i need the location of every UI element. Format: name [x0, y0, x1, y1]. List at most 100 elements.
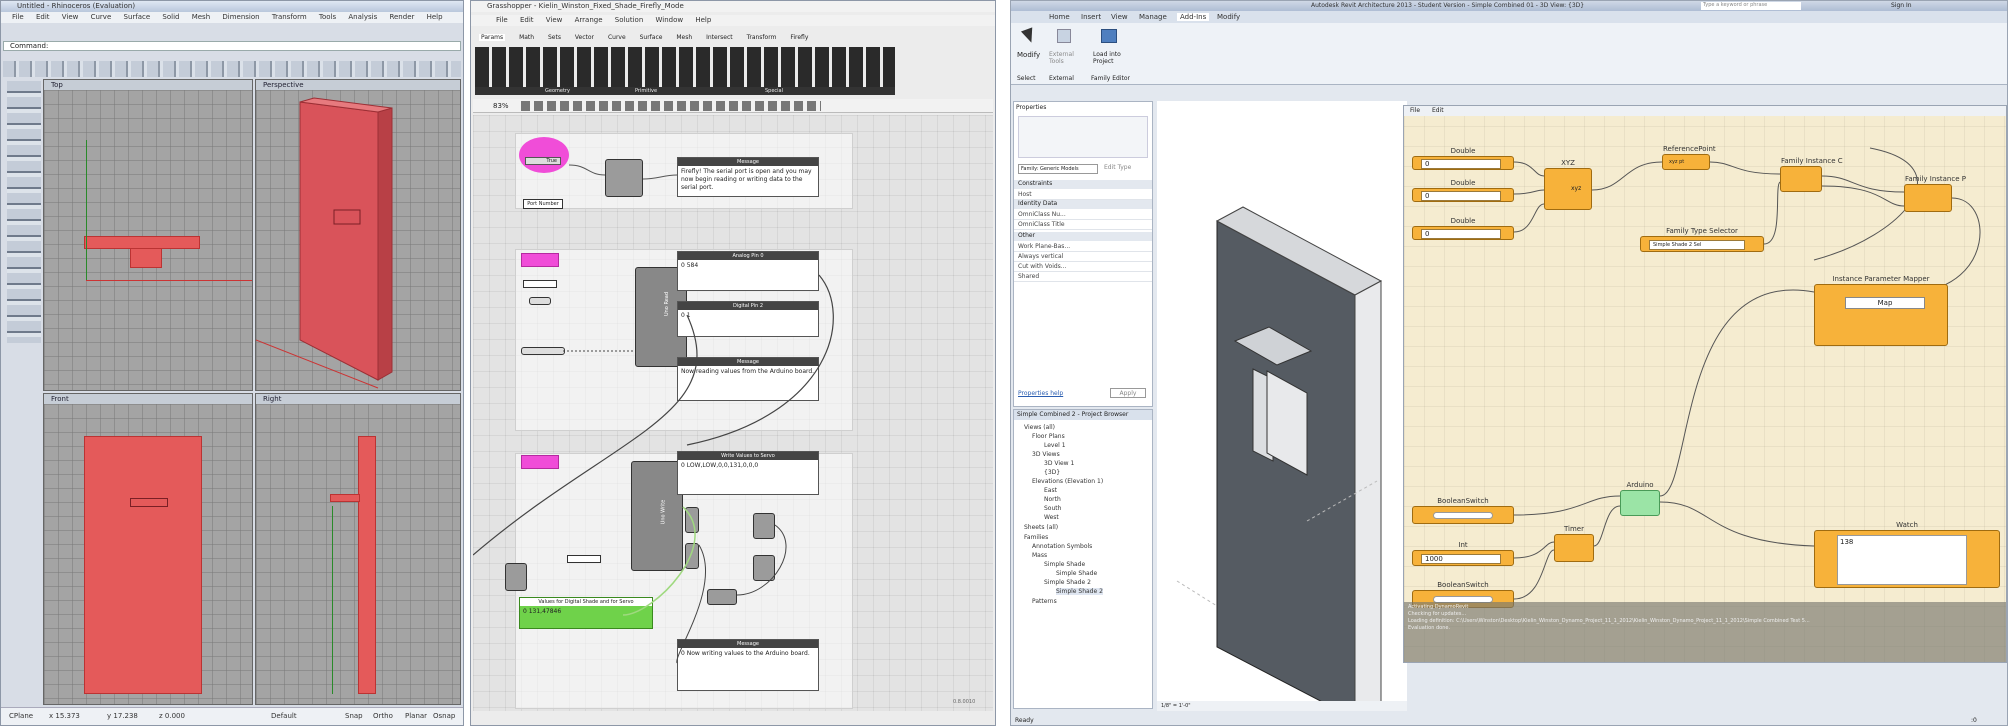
menu-help[interactable]: Help: [427, 13, 443, 21]
int-value-input[interactable]: 1000: [1421, 554, 1501, 564]
menu-surface[interactable]: Surface: [124, 13, 151, 21]
browser-item[interactable]: Sheets (all): [1024, 524, 1058, 531]
prop-row-work-plane[interactable]: Work Plane-Bas...: [1014, 242, 1152, 252]
gh-tab-mesh[interactable]: Mesh: [676, 34, 692, 41]
revit-search[interactable]: Type a keyword or phrase: [1701, 2, 1801, 10]
gh-tab-sets[interactable]: Sets: [548, 34, 561, 41]
browser-item[interactable]: East: [1044, 487, 1057, 494]
menu-render[interactable]: Render: [389, 13, 414, 21]
browser-item[interactable]: Elevations (Elevation 1): [1032, 478, 1103, 485]
browser-item[interactable]: Simple Shade: [1044, 561, 1085, 568]
prop-row-shared[interactable]: Shared: [1014, 272, 1152, 282]
node-timer[interactable]: Timer: [1554, 525, 1594, 562]
gh-zoom[interactable]: 83%: [493, 102, 509, 110]
gh-tab-math[interactable]: Math: [519, 34, 534, 41]
revit-3d-view[interactable]: [1157, 101, 1407, 701]
viewport-right[interactable]: Right: [255, 393, 461, 705]
gh-menu-file[interactable]: File: [496, 16, 508, 24]
browser-item[interactable]: Simple Shade 2: [1044, 579, 1091, 586]
menu-mesh[interactable]: Mesh: [192, 13, 210, 21]
prop-row-always-vertical[interactable]: Always vertical: [1014, 252, 1152, 262]
menu-view[interactable]: View: [62, 13, 79, 21]
gh-tab-vector[interactable]: Vector: [575, 34, 594, 41]
map-button[interactable]: Map: [1845, 297, 1925, 309]
status-snap[interactable]: Snap: [345, 712, 363, 720]
gh-cat-primitive[interactable]: Primitive: [635, 87, 657, 95]
toggle-switch[interactable]: [1433, 512, 1493, 519]
view-scale[interactable]: 1/8" = 1'-0": [1161, 703, 1191, 709]
menu-edit[interactable]: Edit: [36, 13, 50, 21]
revit-tab-view[interactable]: View: [1111, 13, 1128, 21]
viewport-front[interactable]: Front: [43, 393, 253, 705]
load-project-icon[interactable]: [1101, 29, 1117, 43]
prop-section-identity[interactable]: Identity Data: [1014, 200, 1152, 209]
browser-item[interactable]: West: [1044, 514, 1059, 521]
node-int[interactable]: Int 1000: [1412, 541, 1514, 566]
dynamo-window[interactable]: File Edit Double 0 Double 0 Double 0 XYZ…: [1403, 105, 2007, 663]
status-osnap[interactable]: Osnap: [433, 712, 455, 720]
browser-item[interactable]: Simple Shade: [1056, 570, 1097, 577]
menu-dimension[interactable]: Dimension: [222, 13, 259, 21]
revit-tab-home[interactable]: Home: [1049, 13, 1070, 21]
gh-cat-special[interactable]: Special: [765, 87, 783, 95]
gh-tab-transform[interactable]: Transform: [747, 34, 777, 41]
edit-type-button[interactable]: Edit Type: [1104, 164, 1131, 171]
type-select[interactable]: Family: Generic Models: [1018, 164, 1098, 174]
browser-item[interactable]: 3D Views: [1032, 451, 1060, 458]
ribbon-modify[interactable]: Modify: [1017, 51, 1040, 59]
node-boolean-switch-1[interactable]: BooleanSwitch: [1412, 497, 1514, 524]
ribbon-external-tools[interactable]: External Tools: [1049, 51, 1083, 65]
browser-item[interactable]: Floor Plans: [1032, 433, 1065, 440]
node-instance-parameter-mapper[interactable]: Instance Parameter Mapper Map: [1814, 275, 1948, 346]
browser-item[interactable]: South: [1044, 505, 1061, 512]
external-tools-icon[interactable]: [1057, 29, 1071, 43]
gh-menu-arrange[interactable]: Arrange: [575, 16, 603, 24]
node-family-type-selector[interactable]: Family Type Selector Simple Shade 2 Sel: [1640, 227, 1764, 252]
viewport-perspective[interactable]: Perspective: [255, 79, 461, 391]
menu-analysis[interactable]: Analysis: [348, 13, 377, 21]
node-value-input[interactable]: 0: [1421, 191, 1501, 201]
status-layer[interactable]: Default: [271, 712, 297, 720]
gh-menu-edit[interactable]: Edit: [520, 16, 534, 24]
properties-help-link[interactable]: Properties help: [1018, 390, 1063, 397]
node-arduino[interactable]: Arduino: [1620, 481, 1660, 516]
node-reference-point[interactable]: ReferencePoint xyz pt: [1662, 145, 1716, 170]
status-ortho[interactable]: Ortho: [373, 712, 393, 720]
revit-tab-manage[interactable]: Manage: [1139, 13, 1167, 21]
gh-tab-firefly[interactable]: Firefly: [790, 34, 808, 41]
node-double-3[interactable]: Double 0: [1412, 217, 1514, 240]
browser-item[interactable]: Families: [1024, 534, 1048, 541]
gh-component-palette[interactable]: [475, 47, 895, 89]
revit-user[interactable]: Sign In: [1891, 2, 1912, 9]
browser-item[interactable]: Mass: [1032, 552, 1047, 559]
modify-icon[interactable]: [1020, 27, 1038, 45]
prop-row-omniclass-nu[interactable]: OmniClass Nu...: [1014, 210, 1152, 220]
gh-menu-window[interactable]: Window: [656, 16, 684, 24]
viewport-top[interactable]: Top: [43, 79, 253, 391]
gh-cat-geometry[interactable]: Geometry: [545, 87, 570, 95]
revit-tab-insert[interactable]: Insert: [1081, 13, 1101, 21]
gh-menu-help[interactable]: Help: [695, 16, 711, 24]
node-xyz[interactable]: XYZ xyz: [1544, 159, 1592, 210]
gh-canvas[interactable]: True Port Number Message Firefly! The se…: [473, 115, 993, 711]
browser-item[interactable]: Annotation Symbols: [1032, 543, 1092, 550]
gh-tab-params[interactable]: Params: [479, 34, 506, 41]
gh-tab-curve[interactable]: Curve: [608, 34, 626, 41]
node-family-instance[interactable]: Family Instance C: [1780, 157, 1843, 192]
browser-item[interactable]: Simple Shade 2: [1056, 588, 1103, 595]
revit-tab-addins[interactable]: Add-Ins: [1177, 13, 1210, 21]
prop-section-other[interactable]: Other: [1014, 232, 1152, 241]
command-line[interactable]: Command:: [3, 41, 461, 51]
gh-menu-solution[interactable]: Solution: [615, 16, 644, 24]
prop-section-constraints[interactable]: Constraints: [1014, 180, 1152, 189]
node-value-input[interactable]: 0: [1421, 159, 1501, 169]
prop-row-cut-voids[interactable]: Cut with Voids...: [1014, 262, 1152, 272]
browser-item[interactable]: Patterns: [1032, 598, 1057, 605]
gh-tab-intersect[interactable]: Intersect: [706, 34, 733, 41]
browser-item[interactable]: 3D View 1: [1044, 460, 1074, 467]
status-planar[interactable]: Planar: [405, 712, 427, 720]
apply-button[interactable]: Apply: [1110, 388, 1146, 398]
ribbon-load-into-project[interactable]: Load into Project: [1093, 51, 1129, 65]
gh-tab-surface[interactable]: Surface: [640, 34, 663, 41]
browser-item[interactable]: {3D}: [1044, 469, 1060, 476]
